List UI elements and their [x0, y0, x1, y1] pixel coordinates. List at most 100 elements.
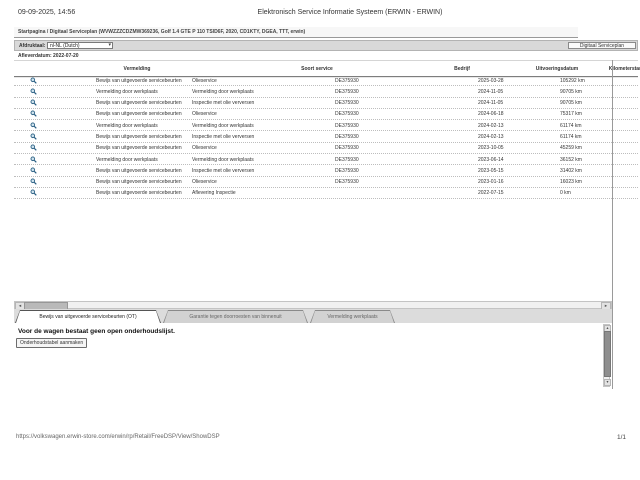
magnifier-icon[interactable] [30, 110, 37, 117]
table-row[interactable]: Bewijs van uitgevoerde servicebeurten Oli… [14, 75, 638, 86]
create-maintenance-table-button[interactable]: Onderhoudstabel aanmaken [16, 338, 87, 348]
table-row[interactable]: Bewijs van uitgevoerde servicebeurtenOli… [14, 177, 638, 188]
cell-bedrijf: DE375930 [335, 168, 359, 174]
tab-1[interactable]: Garantie tegen doorroesten van binnenuit [163, 310, 308, 323]
cell-uitvoeringsdatum: 2024-11-05 [478, 89, 503, 95]
cell-uitvoeringsdatum: 2023-05-15 [478, 168, 504, 174]
table-row[interactable]: Vermelding door werkplaats Vermelding doo… [14, 154, 638, 165]
cell-vermelding: Bewijs van uitgevoerde servicebeurten [96, 111, 182, 117]
cell-uitvoeringsdatum: 2024-02-13 [478, 134, 504, 140]
cell-soort_service: Inspectie met olie verversen [192, 168, 254, 174]
cell-soort_service: Vermelding door werkplaats [192, 89, 254, 95]
cell-vermelding: Bewijs van uitgevoerde servicebeurten [96, 190, 182, 196]
cell-bedrijf: DE375930 [335, 78, 359, 84]
cell-vermelding: Vermelding door werkplaats [96, 157, 158, 163]
toolbar: Afdruktaal: nl-NL (Dutch) ▾ Digitaal Ser… [14, 40, 638, 51]
magnifier-icon[interactable] [30, 144, 37, 151]
cell-uitvoeringsdatum: 2023-06-14 [478, 157, 504, 163]
cell-vermelding: Bewijs van uitgevoerde servicebeurten [96, 145, 182, 151]
column-header-vermelding: Vermelding [124, 66, 151, 72]
cell-vermelding: Bewijs van uitgevoerde servicebeurten [96, 78, 182, 84]
column-header-kilometerstand: Kilometerstand [609, 66, 640, 72]
column-header-soort-service: Soort service [301, 66, 333, 72]
cell-soort_service: Inspectie met olie verversen [192, 134, 254, 140]
cell-uitvoeringsdatum: 2024-06-18 [478, 111, 504, 117]
tab-bar: Bewijs van uitgevoerde servicebeurten (O… [14, 309, 612, 323]
print-language-value: nl-NL (Dutch) [50, 43, 80, 49]
tab-2[interactable]: Vermelding werkplaats [310, 310, 395, 323]
cell-vermelding: Bewijs van uitgevoerde servicebeurten [96, 100, 182, 106]
cell-kilometerstand: 16023 km [560, 179, 582, 185]
tab-label: Vermelding werkplaats [327, 314, 377, 320]
cell-bedrijf: DE375930 [335, 134, 359, 140]
magnifier-icon[interactable] [30, 156, 37, 163]
vertical-scrollbar[interactable]: ▲ ▼ [603, 324, 610, 387]
cell-kilometerstand: 31402 km [560, 168, 582, 174]
table-row[interactable]: Bewijs van uitgevoerde servicebeurten Oli… [14, 143, 638, 154]
magnifier-icon[interactable] [30, 88, 37, 95]
digitaal-serviceplan-button[interactable]: Digitaal Serviceplan [568, 42, 636, 49]
magnifier-icon[interactable] [30, 178, 37, 185]
cell-vermelding: Bewijs van uitgevoerde servicebeurten [96, 179, 182, 185]
tab-label: Garantie tegen doorroesten van binnenuit [189, 314, 281, 320]
horizontal-scrollbar[interactable]: ◄ ► [14, 301, 612, 309]
breadcrumb[interactable]: Startpagina / Digitaal Serviceplan (WVWZ… [14, 27, 578, 38]
pane-border [612, 60, 613, 389]
magnifier-icon[interactable] [30, 167, 37, 174]
cell-kilometerstand: 0 km [560, 190, 571, 196]
table-row[interactable]: Vermelding door werkplaats Vermelding doo… [14, 120, 638, 131]
vertical-scrollbar-thumb[interactable] [604, 331, 611, 377]
cell-bedrijf: DE375930 [335, 89, 359, 95]
cell-bedrijf: DE375930 [335, 111, 359, 117]
cell-uitvoeringsdatum: 2023-01-16 [478, 179, 504, 185]
table-row[interactable]: Bewijs van uitgevoerde servicebeurtenIns… [14, 165, 638, 176]
magnifier-icon[interactable] [30, 99, 37, 106]
delivery-date-value: 2022-07-20 [53, 53, 79, 59]
cell-vermelding: Bewijs van uitgevoerde servicebeurten [96, 134, 182, 140]
table-row[interactable]: Bewijs van uitgevoerde servicebeurten Ins… [14, 98, 638, 109]
tab-label: Bewijs van uitgevoerde servicebeurten (O… [39, 314, 136, 320]
cell-bedrijf: DE375930 [335, 123, 359, 129]
cell-soort_service: Vermelding door werkplaats [192, 123, 254, 129]
cell-vermelding: Vermelding door werkplaats [96, 123, 158, 129]
no-open-maintenance-message: Voor de wagen bestaat geen open onderhou… [18, 328, 175, 335]
cell-uitvoeringsdatum: 2022-07-15 [478, 190, 504, 196]
cell-soort_service: Aflevering Inspectie [192, 190, 236, 196]
delivery-date-label: Afleverdatum: [18, 53, 52, 59]
magnifier-icon[interactable] [30, 122, 37, 129]
page-number: 1/1 [617, 434, 626, 441]
cell-kilometerstand: 61174 km [560, 123, 582, 129]
cell-kilometerstand: 105292 km [560, 78, 585, 84]
chevron-down-icon: ▾ [108, 42, 111, 49]
cell-soort_service: Olieservice [192, 111, 217, 117]
tab-0[interactable]: Bewijs van uitgevoerde servicebeurten (O… [15, 310, 161, 323]
cell-soort_service: Vermelding door werkplaats [192, 157, 254, 163]
scroll-down-icon[interactable]: ▼ [604, 379, 611, 386]
cell-kilometerstand: 90705 km [560, 100, 582, 106]
cell-uitvoeringsdatum: 2024-02-13 [478, 123, 504, 129]
table-row[interactable]: Bewijs van uitgevoerde servicebeurten Oli… [14, 109, 638, 120]
table-row[interactable]: Bewijs van uitgevoerde servicebeurten Ins… [14, 131, 638, 142]
cell-kilometerstand: 45259 km [560, 145, 582, 151]
service-table: Bewijs van uitgevoerde servicebeurten Oli… [14, 75, 638, 199]
cell-uitvoeringsdatum: 2024-11-05 [478, 100, 503, 106]
cell-soort_service: Olieservice [192, 145, 217, 151]
table-row[interactable]: Vermelding door werkplaats Vermelding doo… [14, 86, 638, 97]
column-header-bedrijf: Bedrijf [454, 66, 470, 72]
cell-kilometerstand: 36152 km [560, 157, 582, 163]
cell-kilometerstand: 90705 km [560, 89, 582, 95]
print-language-select[interactable]: nl-NL (Dutch) ▾ [47, 42, 113, 49]
magnifier-icon[interactable] [30, 133, 37, 140]
cell-bedrijf: DE375930 [335, 157, 359, 163]
page-title: Elektronisch Service Informatie Systeem … [55, 9, 640, 16]
magnifier-icon[interactable] [30, 189, 37, 196]
cell-soort_service: Olieservice [192, 78, 217, 84]
footer-url: https://volkswagen.erwin-store.com/erwin… [16, 434, 220, 440]
table-row[interactable]: Bewijs van uitgevoerde servicebeurten Afl… [14, 188, 638, 199]
cell-bedrijf: DE375930 [335, 145, 359, 151]
cell-vermelding: Vermelding door werkplaats [96, 89, 158, 95]
cell-kilometerstand: 61174 km [560, 134, 582, 140]
cell-bedrijf: DE375930 [335, 100, 359, 106]
magnifier-icon[interactable] [30, 77, 37, 84]
cell-soort_service: Inspectie met olie verversen [192, 100, 254, 106]
